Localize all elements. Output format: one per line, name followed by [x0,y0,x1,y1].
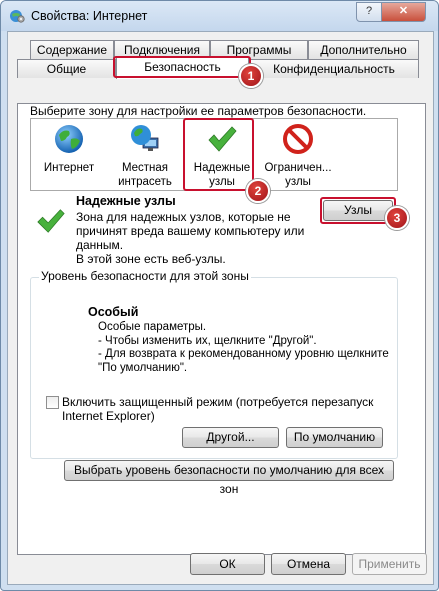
zone-restricted-label-2: узлы [285,176,311,188]
ok-button[interactable]: ОК [190,553,265,575]
apply-button[interactable]: Применить [352,553,427,575]
annotation-badge-2: 2 [246,179,270,203]
level-line-1: Особые параметры. [98,321,207,333]
tab-content[interactable]: Содержание [30,40,114,59]
network-globe-icon [131,125,159,151]
globe-icon [55,125,83,153]
zone-prompt: Выберите зону для настройки ее параметро… [30,104,367,118]
zone-restricted-label-1: Ограничен... [264,162,332,174]
zone-restricted-sites[interactable]: Ограничен... узлы [260,119,336,189]
level-line-4: "По умолчанию". [98,361,188,374]
title-bar[interactable]: Свойства: Интернет ? ✕ [1,1,438,31]
zone-note: В этой зоне есть веб-узлы. [76,252,226,266]
security-level-group-label: Уровень безопасности для этой зоны [39,269,251,283]
protected-mode-checkbox[interactable] [46,396,59,409]
zone-internet[interactable]: Интернет [37,119,101,175]
tab-general[interactable]: Общие [17,59,116,78]
protected-mode-label-line-1: Включить защищенный режим (потребуется п… [62,395,374,409]
trusted-zone-checkmark-icon [37,209,65,233]
no-entry-icon [283,124,313,154]
reset-all-zones-button[interactable]: Выбрать уровень безопасности по умолчани… [64,460,394,496]
zone-local-intranet[interactable]: Местная интрасеть [109,119,181,189]
level-line-3: - Для возврата к рекомендованному уровню… [98,348,389,360]
cancel-button[interactable]: Отмена [271,553,346,575]
tab-advanced[interactable]: Дополнительно [308,40,419,59]
help-button[interactable]: ? [356,2,382,22]
internet-options-icon [10,10,25,23]
default-level-button[interactable]: По умолчанию [286,427,383,448]
zone-intranet-label-2: интрасеть [118,176,172,188]
zone-desc-line-3: данным. [76,238,124,252]
zone-desc-line-1: Зона для надежных узлов, которые не [76,210,291,224]
custom-level-button[interactable]: Другой... [182,427,279,448]
tab-privacy[interactable]: Конфиденциальность [249,59,419,78]
annotation-box-security-tab [113,56,251,78]
level-line-2: - Чтобы изменить их, щелкните "Другой". [98,334,317,347]
protected-mode-label-line-2: Internet Explorer) [62,409,155,423]
security-level-title: Особый [88,305,139,319]
window-title: Свойства: Интернет [31,9,148,23]
close-button[interactable]: ✕ [381,2,426,22]
zone-intranet-label-1: Местная [121,162,169,174]
annotation-box-trusted-zone [183,118,254,191]
annotation-badge-3: 3 [385,206,409,230]
selected-zone-description: Зона для надежных узлов, которые не прич… [76,210,304,266]
zone-desc-line-2: причинят вреда вашему компьютеру или [76,224,305,238]
protected-mode-label[interactable]: Включить защищенный режим (потребуется п… [62,395,373,423]
annotation-badge-1: 1 [239,64,263,88]
internet-options-window: Свойства: Интернет ? ✕ Содержание Подклю… [0,0,439,591]
security-level-details: Особые параметры. - Чтобы изменить их, щ… [98,321,389,375]
zone-internet-label: Интернет [43,162,95,174]
selected-zone-title: Надежные узлы [76,194,176,208]
